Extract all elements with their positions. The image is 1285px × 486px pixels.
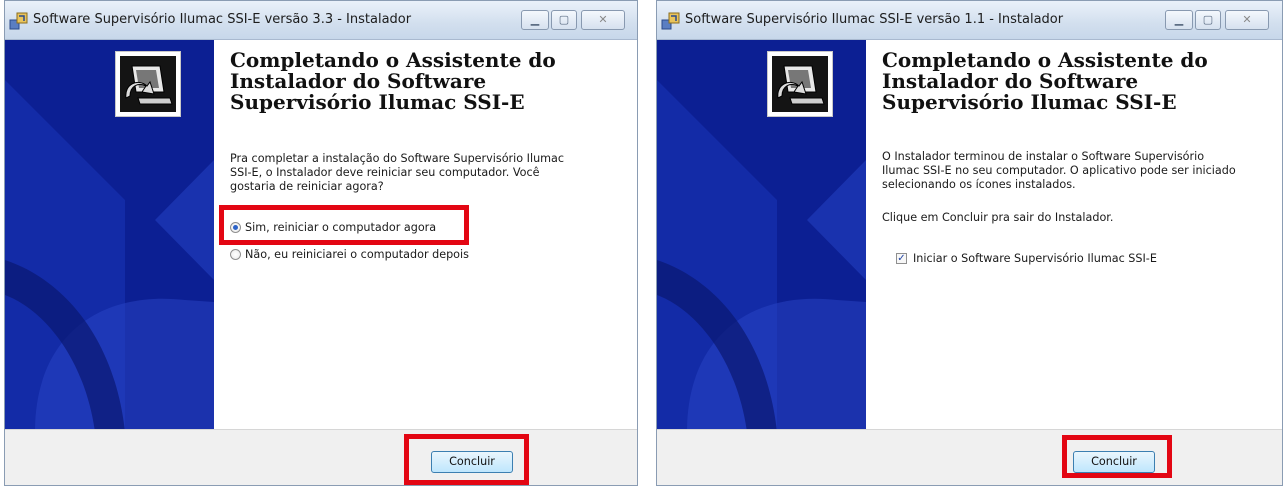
highlight-box-finish xyxy=(1062,435,1172,478)
close-icon[interactable]: ✕ xyxy=(581,10,625,30)
sidebar-graphic xyxy=(5,80,214,430)
installer-app-icon xyxy=(9,12,28,30)
exit-instruction: Clique em Concluir pra sair do Instalado… xyxy=(882,211,1114,224)
wizard-footer: Concluir xyxy=(5,429,637,485)
checkmark-icon: ✓ xyxy=(896,252,907,264)
window-title: Software Supervisório Ilumac SSI-E versã… xyxy=(685,12,1064,27)
launch-app-checkbox[interactable]: ✓ Iniciar o Software Supervisório Ilumac … xyxy=(896,250,1157,268)
sidebar-graphic xyxy=(657,80,866,430)
page-title: Completando o Assistente do Instalador d… xyxy=(230,48,556,114)
minimize-icon[interactable]: ▁ xyxy=(1165,10,1193,30)
highlight-box-radio xyxy=(219,205,469,245)
wizard-sidebar xyxy=(5,40,214,430)
launch-app-label: Iniciar o Software Supervisório Ilumac S… xyxy=(913,252,1157,265)
restart-later-radio[interactable]: Não, eu reiniciarei o computador depois xyxy=(230,246,469,264)
close-icon[interactable]: ✕ xyxy=(1225,10,1269,30)
maximize-icon[interactable]: ▢ xyxy=(1195,10,1221,30)
page-title: Completando o Assistente do Instalador d… xyxy=(882,48,1208,114)
highlight-box-finish xyxy=(404,434,529,485)
restart-message: Pra completar a instalação do Software S… xyxy=(230,152,565,193)
minimize-icon[interactable]: ▁ xyxy=(521,10,549,30)
radio-unselected-icon xyxy=(230,248,241,260)
restart-later-label: Não, eu reiniciarei o computador depois xyxy=(245,248,469,261)
maximize-icon[interactable]: ▢ xyxy=(551,10,577,30)
title-bar[interactable]: Software Supervisório Ilumac SSI-E versã… xyxy=(657,1,1282,40)
installer-computer-icon xyxy=(115,51,181,117)
wizard-sidebar xyxy=(657,40,866,430)
finished-message: O Instalador terminou de instalar o Soft… xyxy=(882,150,1236,191)
installer-computer-icon xyxy=(767,51,833,117)
installer-app-icon xyxy=(661,12,680,30)
wizard-content: Completando o Assistente do Instalador d… xyxy=(866,40,1282,430)
window-title: Software Supervisório Ilumac SSI-E versã… xyxy=(33,12,412,27)
installer-window-v11: Software Supervisório Ilumac SSI-E versã… xyxy=(656,0,1283,486)
wizard-footer: Concluir xyxy=(657,429,1282,485)
title-bar[interactable]: Software Supervisório Ilumac SSI-E versã… xyxy=(5,1,637,40)
